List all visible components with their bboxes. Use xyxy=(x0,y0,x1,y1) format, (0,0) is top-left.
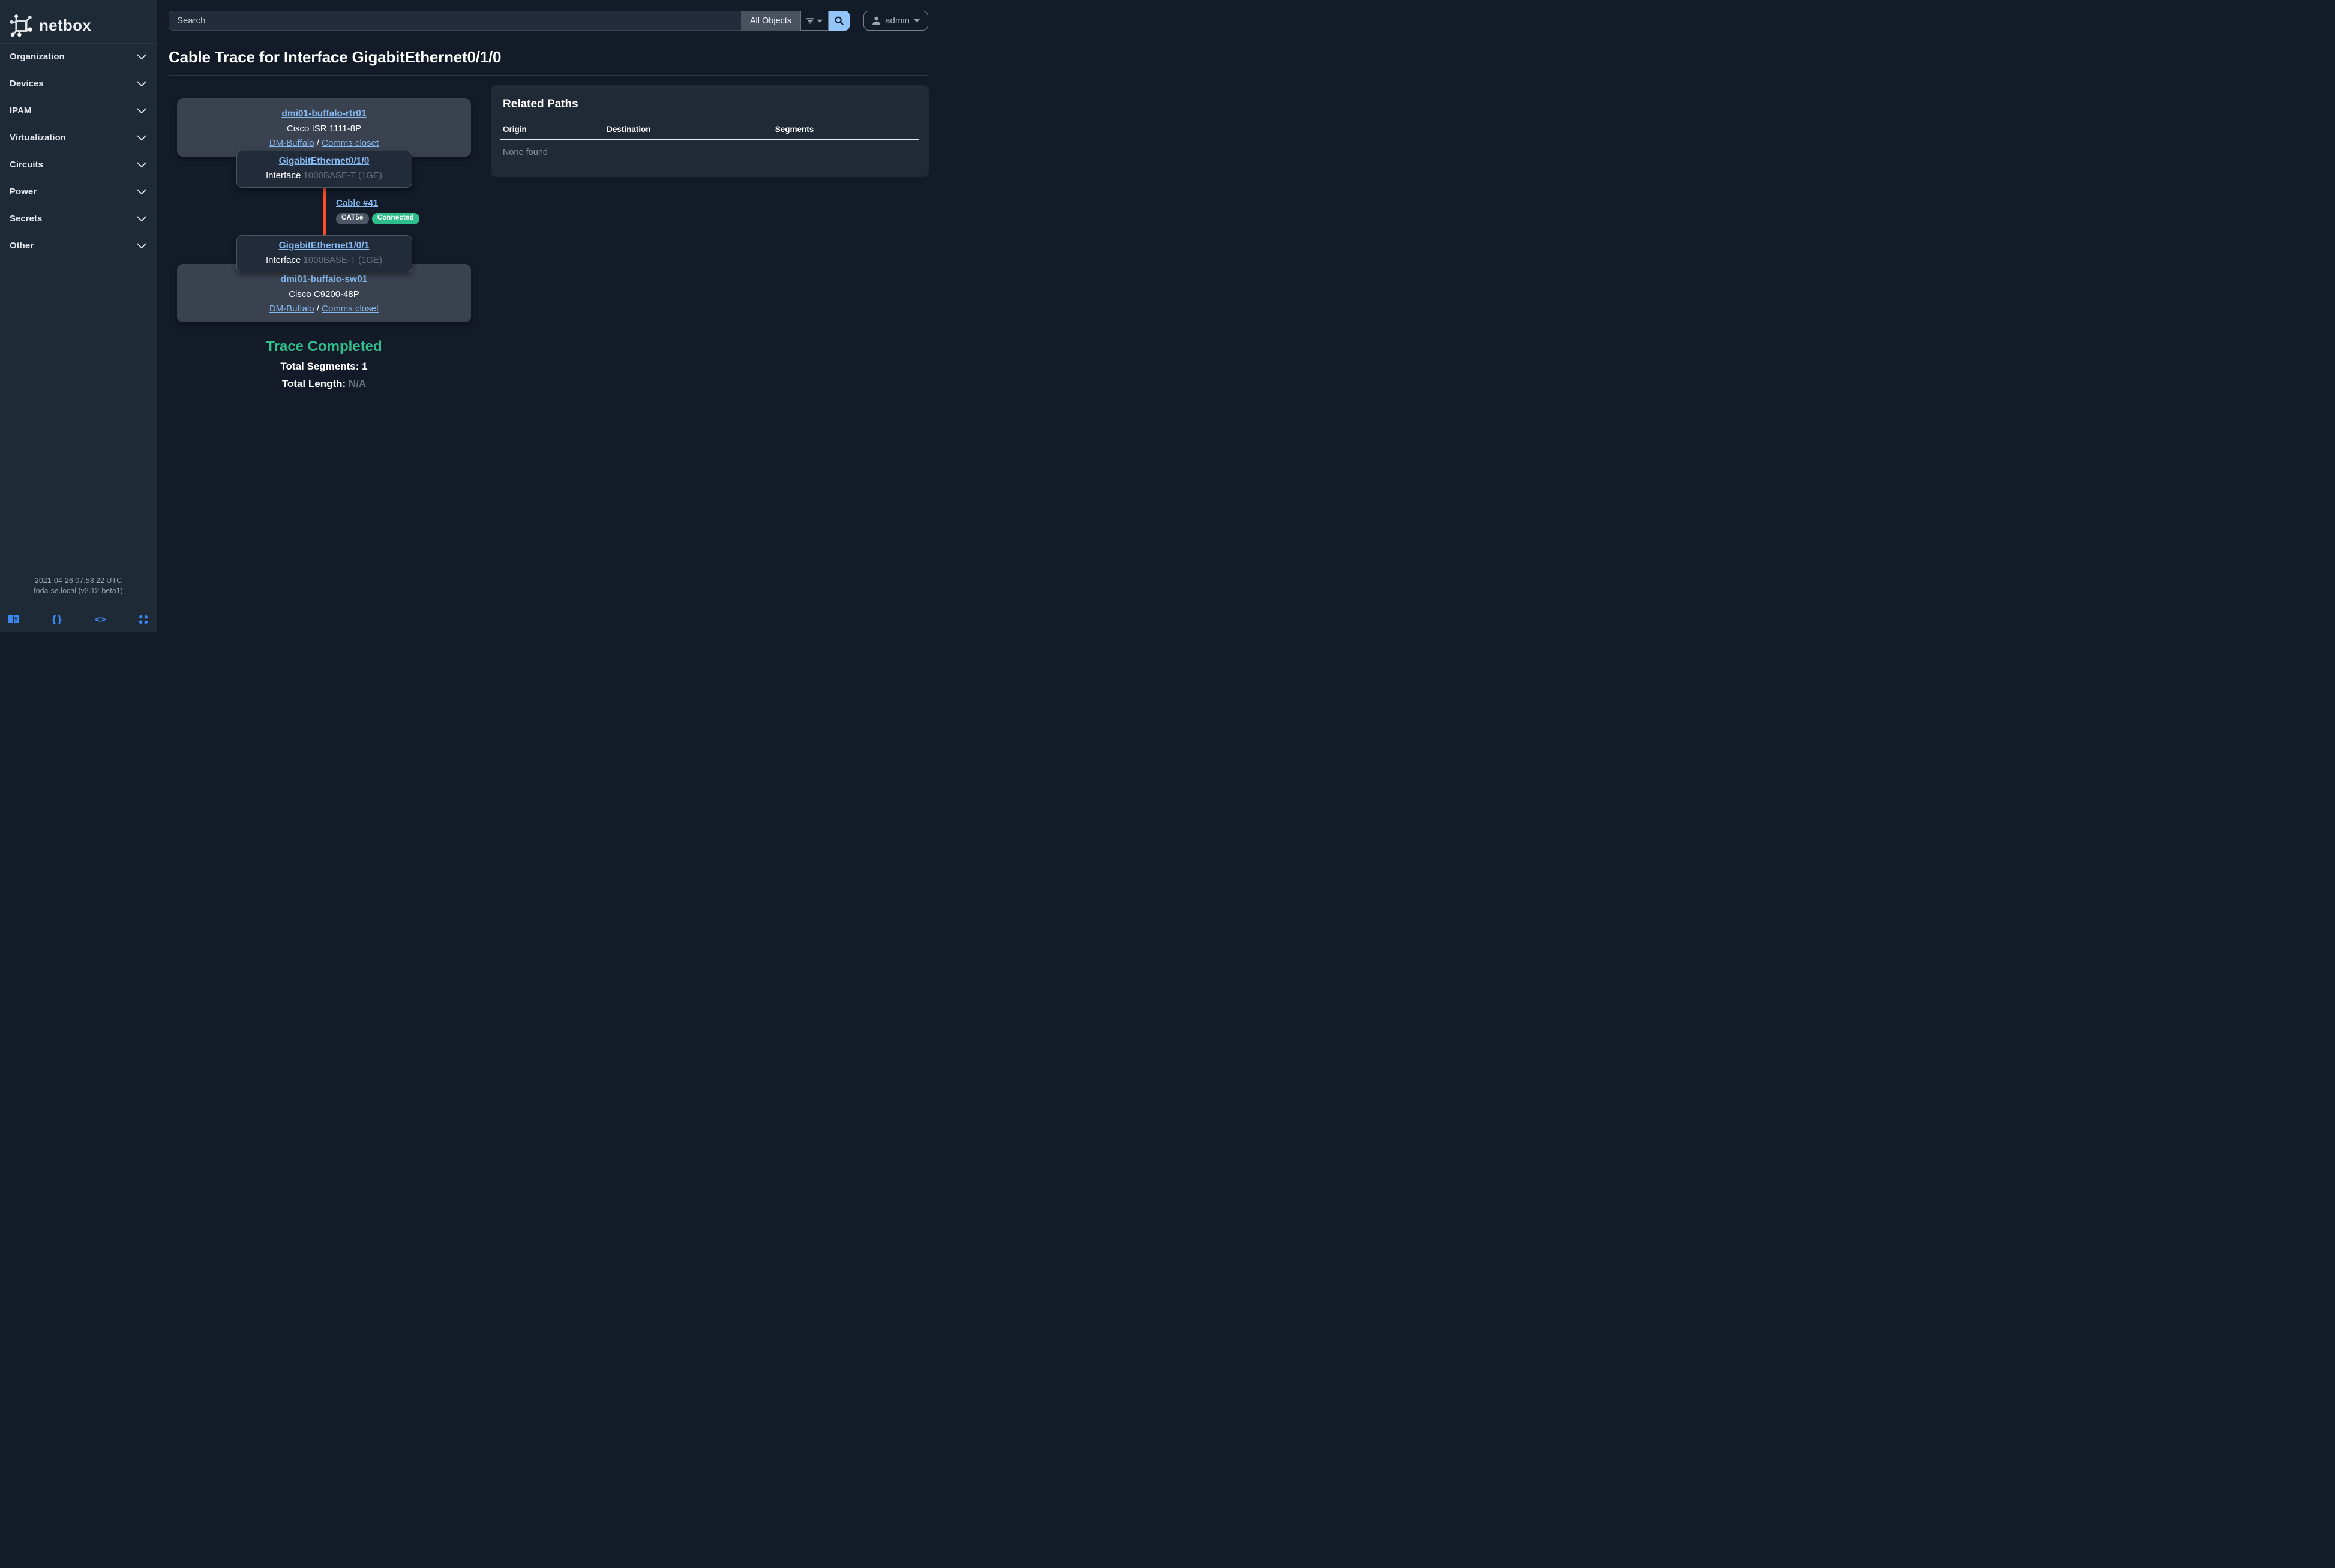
docs-link[interactable] xyxy=(8,615,19,624)
cable-badges: CAT5e Connected xyxy=(336,213,419,224)
footer-links: {} <> xyxy=(0,614,157,625)
cable-segment: Cable #41 CAT5e Connected xyxy=(169,188,479,235)
search-bar: All Objects xyxy=(169,11,850,31)
cable-type-badge: CAT5e xyxy=(336,213,369,224)
code-icon: <> xyxy=(95,614,106,625)
search-input[interactable] xyxy=(169,11,741,31)
device-link[interactable]: dmi01-buffalo-rtr01 xyxy=(281,109,366,119)
interface-card-near: GigabitEthernet0/1/0 Interface 1000BASE-… xyxy=(236,151,412,188)
interface-type: Interface 1000BASE-T (1GE) xyxy=(237,170,412,181)
chevron-down-icon xyxy=(137,108,146,113)
location-link[interactable]: Comms closet xyxy=(322,138,379,148)
user-icon xyxy=(872,16,881,25)
main-content: All Objects xyxy=(157,0,934,632)
chevron-down-icon xyxy=(137,135,146,140)
chevron-down-icon xyxy=(137,216,146,221)
sidebar-nav: Organization Devices IPAM Virtualization… xyxy=(0,43,157,259)
site-link[interactable]: DM-Buffalo xyxy=(269,138,314,148)
server-time: 2021-04-26 07:53:22 UTC xyxy=(0,576,157,586)
trace-completed-message: Trace Completed xyxy=(169,338,479,355)
column-header-segments: Segments xyxy=(773,125,919,139)
device-location: DM-Buffalo / Comms closet xyxy=(177,138,471,148)
sidebar-item-virtualization[interactable]: Virtualization xyxy=(0,124,157,151)
related-paths-panel: Related Paths Origin Destination Segment… xyxy=(491,85,929,177)
server-host-version: foda-se.local (v2.12-beta1) xyxy=(0,586,157,596)
brand-wordmark: netbox xyxy=(39,16,91,35)
cable-status-badge: Connected xyxy=(372,213,419,224)
related-paths-title: Related Paths xyxy=(503,98,919,111)
interface-type: Interface 1000BASE-T (1GE) xyxy=(237,255,412,265)
separator: / xyxy=(317,304,319,314)
device-model: Cisco C9200-48P xyxy=(177,289,471,299)
device-card-near: dmi01-buffalo-rtr01 Cisco ISR 1111-8P DM… xyxy=(177,98,471,157)
cable-label: Cable #41 CAT5e Connected xyxy=(336,198,419,224)
table-row: None found xyxy=(500,139,919,166)
total-segments: Total Segments: 1 xyxy=(169,361,479,373)
chevron-down-icon xyxy=(137,243,146,248)
caret-down-icon xyxy=(914,19,920,23)
device-card-far: dmi01-buffalo-sw01 Cisco C9200-48P DM-Bu… xyxy=(177,264,471,322)
sidebar-item-ipam[interactable]: IPAM xyxy=(0,97,157,124)
device-location: DM-Buffalo / Comms closet xyxy=(177,304,471,314)
sidebar-item-devices[interactable]: Devices xyxy=(0,70,157,97)
sidebar-item-secrets[interactable]: Secrets xyxy=(0,205,157,232)
chevron-down-icon xyxy=(137,162,146,167)
total-length: Total Length: N/A xyxy=(169,378,479,390)
search-button[interactable] xyxy=(829,11,850,31)
location-link[interactable]: Comms closet xyxy=(322,304,379,314)
filter-button[interactable] xyxy=(800,11,829,31)
search-icon xyxy=(835,16,844,25)
cable-line xyxy=(323,183,326,240)
lifebuoy-icon xyxy=(138,614,149,625)
device-model: Cisco ISR 1111-8P xyxy=(177,124,471,134)
site-link[interactable]: DM-Buffalo xyxy=(269,304,314,314)
sidebar-item-power[interactable]: Power xyxy=(0,178,157,205)
book-icon xyxy=(8,615,19,624)
separator: / xyxy=(317,138,319,148)
content-row: dmi01-buffalo-rtr01 Cisco ISR 1111-8P DM… xyxy=(157,76,934,390)
column-header-destination: Destination xyxy=(604,125,773,139)
home-link[interactable]: netbox xyxy=(0,0,157,43)
user-menu-button[interactable]: admin xyxy=(863,11,928,31)
source-code-link[interactable]: <> xyxy=(95,614,106,625)
interface-card-far: GigabitEthernet1/0/1 Interface 1000BASE-… xyxy=(236,235,412,272)
sidebar-item-circuits[interactable]: Circuits xyxy=(0,151,157,178)
column-header-origin: Origin xyxy=(500,125,604,139)
rest-api-link[interactable]: {} xyxy=(51,614,62,625)
chevron-down-icon xyxy=(137,54,146,59)
topbar: All Objects xyxy=(157,0,934,31)
cable-trace-diagram: dmi01-buffalo-rtr01 Cisco ISR 1111-8P DM… xyxy=(169,85,479,390)
chevron-down-icon xyxy=(137,189,146,194)
total-segments-value: 1 xyxy=(362,361,367,372)
netbox-logo-icon xyxy=(8,13,34,38)
empty-state: None found xyxy=(500,139,919,166)
sidebar-footer: 2021-04-26 07:53:22 UTC foda-se.local (v… xyxy=(0,576,157,632)
cable-link[interactable]: Cable #41 xyxy=(336,198,378,208)
related-paths-table: Origin Destination Segments None found xyxy=(500,125,919,166)
total-length-value: N/A xyxy=(349,378,366,389)
user-name: admin xyxy=(885,16,910,26)
page-title: Cable Trace for Interface GigabitEtherne… xyxy=(169,48,922,67)
sidebar: netbox Organization Devices IPAM Virtual… xyxy=(0,0,157,632)
device-link[interactable]: dmi01-buffalo-sw01 xyxy=(281,274,368,284)
chevron-down-icon xyxy=(137,81,146,86)
interface-link[interactable]: GigabitEthernet0/1/0 xyxy=(279,156,370,166)
object-type-button[interactable]: All Objects xyxy=(741,11,800,31)
interface-link[interactable]: GigabitEthernet1/0/1 xyxy=(279,241,370,251)
trace-status: Trace Completed Total Segments: 1 Total … xyxy=(169,338,479,390)
filter-icon xyxy=(806,18,814,24)
sidebar-item-other[interactable]: Other xyxy=(0,232,157,259)
braces-icon: {} xyxy=(51,614,62,625)
caret-down-icon xyxy=(817,19,823,23)
sidebar-item-organization[interactable]: Organization xyxy=(0,43,157,70)
community-link[interactable] xyxy=(138,614,149,625)
